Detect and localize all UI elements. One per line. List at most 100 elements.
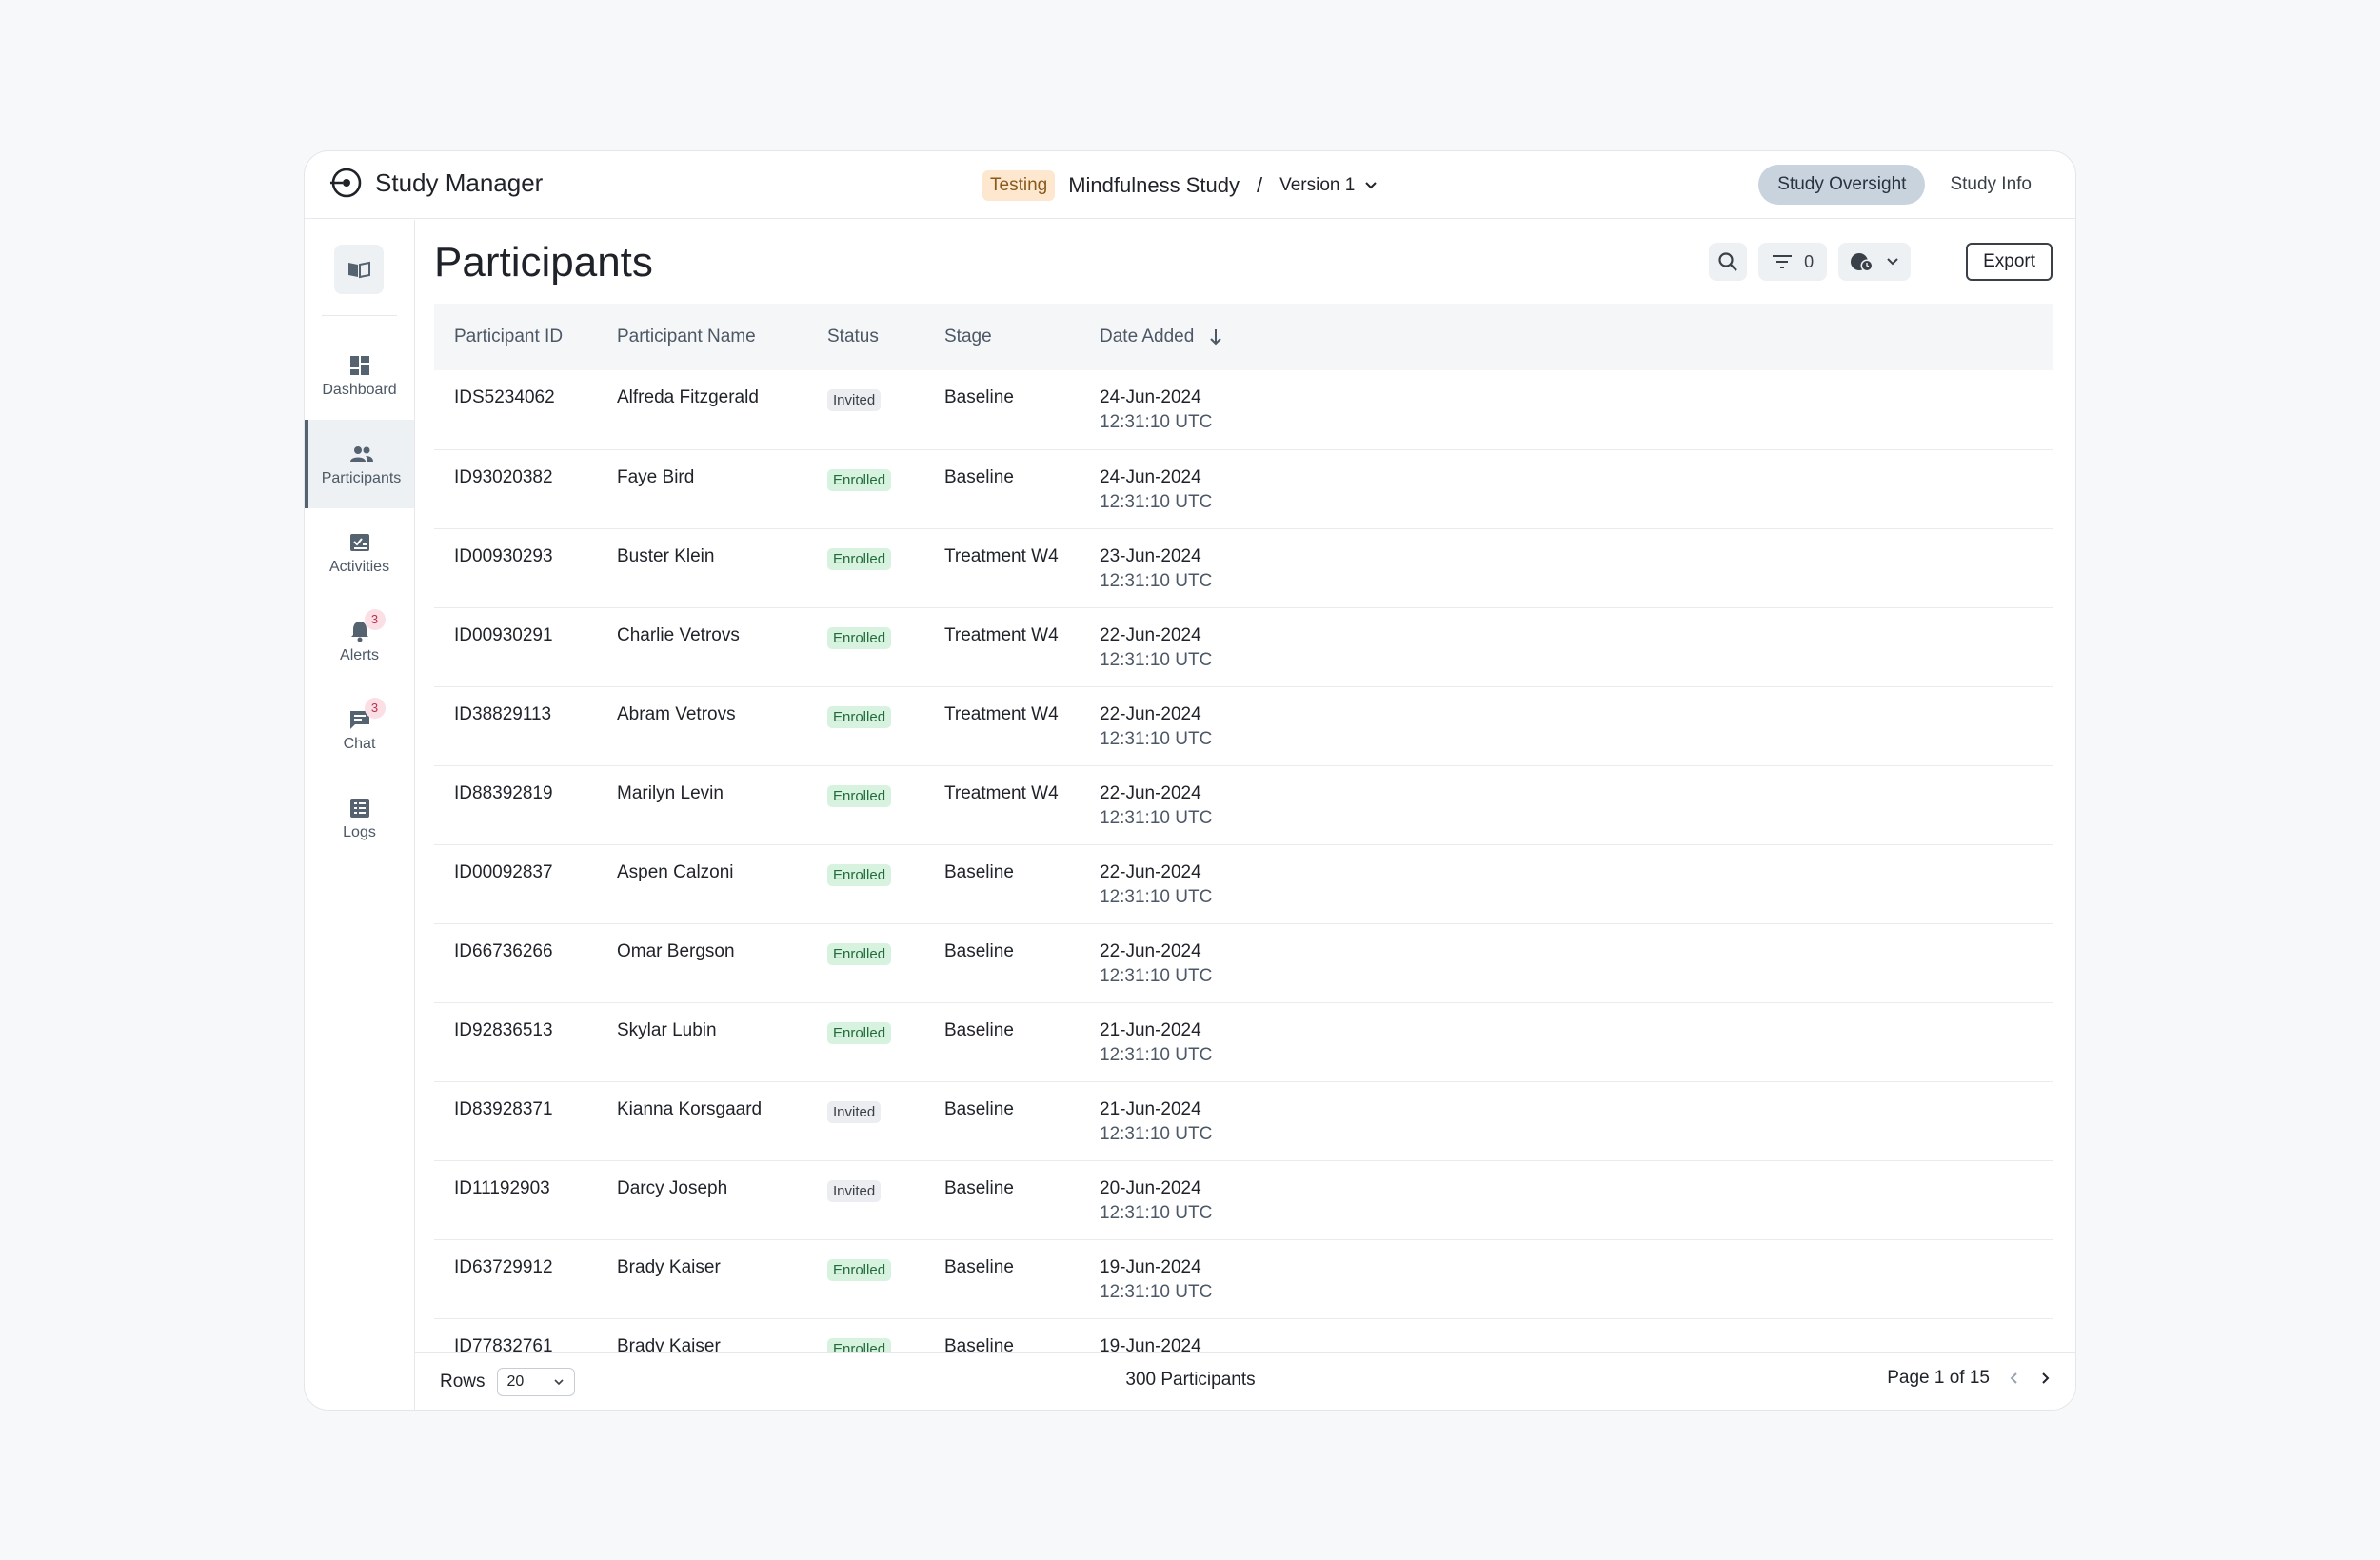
stage: Baseline <box>924 1002 1080 1082</box>
table-row[interactable]: ID83928371 Kianna Korsgaard Invited Baselin… <box>434 1081 2053 1161</box>
sidebar-toggle-button[interactable] <box>334 245 384 294</box>
table-row[interactable]: ID00092837 Aspen Calzoni Enrolled Baseline 2… <box>434 844 2053 924</box>
filter-button[interactable]: 0 <box>1758 243 1828 281</box>
stage: Baseline <box>924 1239 1080 1319</box>
sidebar-item-label: Logs <box>343 823 376 840</box>
tab-study-oversight[interactable]: Study Oversight <box>1758 165 1926 205</box>
status-cell: Enrolled <box>807 844 924 924</box>
version-label: Version 1 <box>1279 175 1356 195</box>
table-row[interactable]: IDS5234062 Alfreda Fitzgerald Invited Basel… <box>434 370 2053 450</box>
participant-id: ID77832761 <box>434 1318 597 1352</box>
table-row[interactable]: ID63729912 Brady Kaiser Enrolled Baseline 19… <box>434 1239 2053 1319</box>
filter-count: 0 <box>1804 251 1815 271</box>
participant-id: ID00930293 <box>434 528 597 608</box>
date-added: 24-Jun-2024 <box>1100 387 1201 407</box>
tab-study-info[interactable]: Study Info <box>1931 165 2051 205</box>
table-row[interactable]: ID11192903 Darcy Joseph Invited Baseline 20-… <box>434 1160 2053 1240</box>
stage: Baseline <box>924 1160 1080 1240</box>
sidebar-divider <box>322 315 397 316</box>
sidebar-item-chat[interactable]: 3 Chat <box>305 685 414 774</box>
export-button[interactable]: Export <box>1966 243 2053 281</box>
bell-icon: 3 <box>347 608 386 643</box>
sidebar-item-label: Alerts <box>340 646 379 663</box>
participant-name: Kianna Korsgaard <box>597 1081 807 1161</box>
sidebar-item-label: Activities <box>328 558 390 575</box>
brand[interactable]: Study Manager <box>329 167 543 199</box>
table-row[interactable]: ID92836513 Skylar Lubin Enrolled Baseline 21… <box>434 1002 2053 1082</box>
chevron-left-icon[interactable] <box>2009 1371 2020 1386</box>
status-cell: Enrolled <box>807 607 924 687</box>
logs-icon <box>347 796 372 820</box>
status-cell: Enrolled <box>807 528 924 608</box>
table-footer: Rows 20 300 Participants Page 1 of 15 <box>415 1352 2075 1410</box>
participant-id: ID00930291 <box>434 607 597 687</box>
pagination: Page 1 of 15 <box>1887 1368 2051 1389</box>
column-header-participant-id[interactable]: Participant ID <box>434 304 597 370</box>
sidebar-item-dashboard[interactable]: Dashboard <box>305 331 414 420</box>
time-added: 12:31:10 UTC <box>1100 570 1213 591</box>
participant-id: ID83928371 <box>434 1081 597 1161</box>
status-badge: Enrolled <box>827 705 892 728</box>
status-cell: Enrolled <box>807 449 924 529</box>
table-row[interactable]: ID66736266 Omar Bergson Enrolled Baseline 22… <box>434 923 2053 1003</box>
stage: Baseline <box>924 1081 1080 1161</box>
sidebar-item-logs[interactable]: Logs <box>305 774 414 862</box>
sidebar-item-participants[interactable]: Participants <box>305 420 414 508</box>
timezone-dropdown[interactable] <box>1838 243 1912 281</box>
participant-id: ID66736266 <box>434 923 597 1003</box>
participant-name: Brady Kaiser <box>597 1318 807 1352</box>
table-row[interactable]: ID00930293 Buster Klein Enrolled Treatment … <box>434 528 2053 608</box>
status-cell: Enrolled <box>807 923 924 1003</box>
participant-name: Faye Bird <box>597 449 807 529</box>
chat-count-badge: 3 <box>364 697 386 719</box>
status-cell: Enrolled <box>807 1318 924 1352</box>
column-header-stage[interactable]: Stage <box>924 304 1080 370</box>
table-row[interactable]: ID77832761 Brady Kaiser Enrolled Baseline 19… <box>434 1318 2053 1352</box>
stage: Treatment W4 <box>924 607 1080 687</box>
status-badge: Enrolled <box>827 1258 892 1281</box>
time-added: 12:31:10 UTC <box>1100 412 1213 432</box>
status-cell: Invited <box>807 1081 924 1161</box>
date-added: 22-Jun-2024 <box>1100 624 1201 645</box>
status-cell: Enrolled <box>807 765 924 845</box>
column-header-participant-name[interactable]: Participant Name <box>597 304 807 370</box>
table-row[interactable]: ID93020382 Faye Bird Enrolled Baseline 24-Ju… <box>434 449 2053 529</box>
app-window: Study Manager Testing Mindfulness Study … <box>304 150 2076 1411</box>
time-added: 12:31:10 UTC <box>1100 649 1213 670</box>
table-header-row: Participant ID Participant Name Status S… <box>434 304 2053 370</box>
status-badge: Enrolled <box>827 626 892 649</box>
column-header-date-added[interactable]: Date Added <box>1080 304 2053 370</box>
date-added-cell: 21-Jun-2024 12:31:10 UTC <box>1080 1081 2053 1161</box>
table-body: IDS5234062 Alfreda Fitzgerald Invited Basel… <box>434 370 2053 1352</box>
stage: Baseline <box>924 449 1080 529</box>
page-indicator: Page 1 of 15 <box>1887 1368 1990 1388</box>
table-row[interactable]: ID88392819 Marilyn Levin Enrolled Treatment… <box>434 765 2053 845</box>
date-added: 21-Jun-2024 <box>1100 1098 1201 1119</box>
date-added: 22-Jun-2024 <box>1100 703 1201 724</box>
column-header-status[interactable]: Status <box>807 304 924 370</box>
date-added: 21-Jun-2024 <box>1100 1019 1201 1040</box>
status-badge: Enrolled <box>827 1337 892 1352</box>
sidebar-item-alerts[interactable]: 3 Alerts <box>305 597 414 685</box>
participants-icon <box>349 442 374 466</box>
participants-table-container[interactable]: Participant ID Participant Name Status S… <box>434 304 2053 1352</box>
time-added: 12:31:10 UTC <box>1100 1202 1213 1223</box>
participant-name: Abram Vetrovs <box>597 686 807 766</box>
chevron-right-icon[interactable] <box>2039 1371 2051 1386</box>
time-added: 12:31:10 UTC <box>1100 491 1213 512</box>
date-added-cell: 20-Jun-2024 12:31:10 UTC <box>1080 1160 2053 1240</box>
search-button[interactable] <box>1709 243 1748 281</box>
logo-icon <box>330 168 362 198</box>
stage: Baseline <box>924 923 1080 1003</box>
sidebar-item-activities[interactable]: Activities <box>305 508 414 597</box>
table-row[interactable]: ID38829113 Abram Vetrovs Enrolled Treatment… <box>434 686 2053 766</box>
dashboard-icon <box>347 353 372 378</box>
date-added: 19-Jun-2024 <box>1100 1256 1201 1277</box>
status-badge: Invited <box>827 1100 882 1123</box>
page-title: Participants <box>434 239 653 286</box>
date-added-cell: 24-Jun-2024 12:31:10 UTC <box>1080 370 2053 450</box>
version-dropdown[interactable]: Version 1 <box>1279 175 1378 196</box>
table-row[interactable]: ID00930291 Charlie Vetrovs Enrolled Treatme… <box>434 607 2053 687</box>
participant-total: 300 Participants <box>1125 1370 1256 1390</box>
participant-id: IDS5234062 <box>434 370 597 450</box>
